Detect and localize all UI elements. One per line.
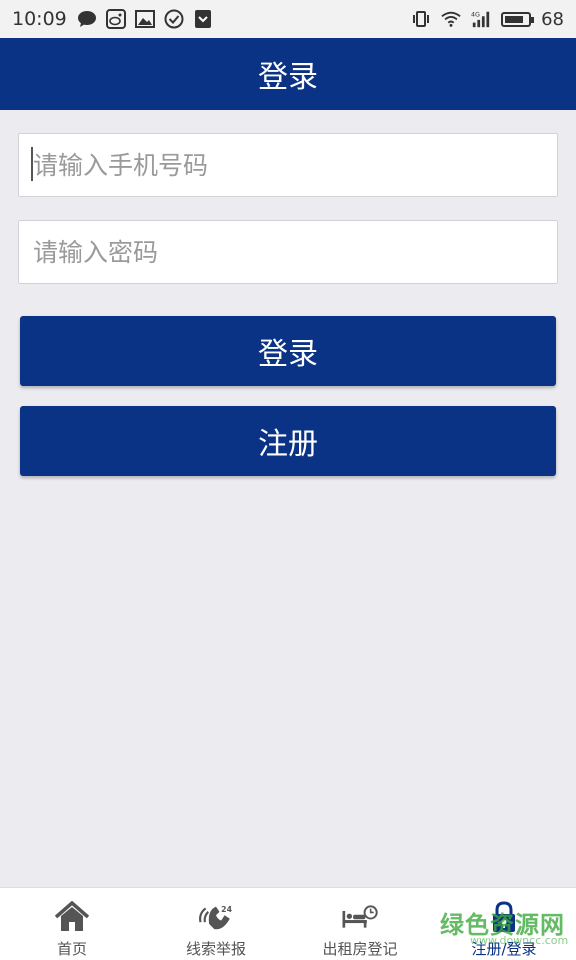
nav-item-rental[interactable]: 出租房登记 <box>288 888 432 960</box>
signal-4g-icon: 4G <box>471 9 491 29</box>
phone-field[interactable] <box>18 133 558 197</box>
bed-clock-icon <box>341 900 379 934</box>
home-icon <box>53 900 91 934</box>
svg-text:24: 24 <box>221 905 232 914</box>
vibrate-icon <box>411 9 431 29</box>
watermark-url: www.downcc.com <box>470 934 569 947</box>
register-button[interactable]: 注册 <box>20 406 556 476</box>
app-header: 登录 <box>0 38 576 110</box>
nav-label-report: 线索举报 <box>185 940 246 958</box>
nav-item-home[interactable]: 首页 <box>0 888 144 960</box>
phone-24h-icon: 24 <box>197 900 235 934</box>
system-icons: 4G 68 <box>411 9 564 30</box>
phone-input[interactable] <box>33 134 557 196</box>
password-field[interactable] <box>18 220 558 284</box>
chat-bubble-icon <box>77 9 97 29</box>
status-bar: 10:09 4G 68 <box>0 0 576 38</box>
password-input[interactable] <box>33 221 557 283</box>
login-button[interactable]: 登录 <box>20 316 556 386</box>
image-icon <box>134 9 155 29</box>
nav-label-rental: 出租房登记 <box>322 940 398 958</box>
page-title: 登录 <box>258 60 318 95</box>
notification-icons <box>77 9 213 29</box>
weibo-icon <box>105 9 126 29</box>
nav-label-home: 首页 <box>56 940 87 958</box>
battery-icon <box>501 11 535 27</box>
status-time: 10:09 <box>12 8 67 30</box>
text-cursor <box>31 147 33 181</box>
shield-icon <box>193 9 213 29</box>
check-circle-icon <box>164 9 184 29</box>
nav-item-report[interactable]: 24 线索举报 <box>144 888 288 960</box>
wifi-icon <box>441 9 461 29</box>
battery-level: 68 <box>541 8 564 30</box>
svg-text:4G: 4G <box>471 11 480 18</box>
